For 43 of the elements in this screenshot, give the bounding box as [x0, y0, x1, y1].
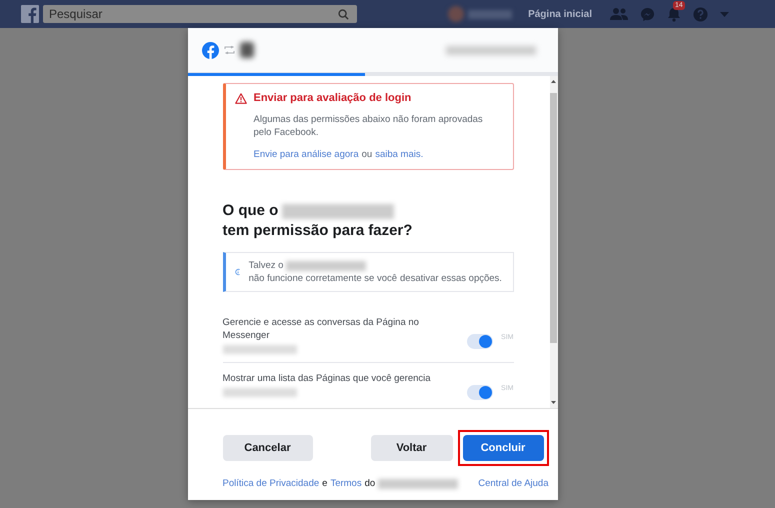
- scrollbar-thumb[interactable]: [550, 93, 557, 343]
- messenger-icon[interactable]: [640, 6, 655, 22]
- caret-icon[interactable]: [720, 12, 729, 16]
- info-text: desativar essas opções.: [400, 272, 502, 285]
- privacy-link[interactable]: Política de Privacidade: [222, 478, 320, 489]
- permission-toggle[interactable]: [467, 385, 494, 400]
- permission-label: Mostrar uma lista das Páginas que você gerencia: [222, 372, 432, 385]
- terms-link[interactable]: Termos: [330, 478, 362, 489]
- search-field[interactable]: Pesquisar: [43, 5, 357, 23]
- facebook-logo-icon: [202, 42, 218, 58]
- info-text: Talvez o: [248, 259, 284, 272]
- home-link[interactable]: Página inicial: [528, 8, 592, 20]
- permission-label: Gerencie e acesse as conversas da Página no Messenger: [222, 316, 420, 342]
- joiner-text: ou: [362, 149, 372, 160]
- facebook-logo-icon[interactable]: [21, 5, 39, 23]
- friends-icon[interactable]: [610, 7, 628, 21]
- dialog-button[interactable]: Voltar: [370, 435, 452, 461]
- dialog-button[interactable]: Concluir: [462, 435, 544, 461]
- review-link[interactable]: Envie para análise agora: [254, 149, 359, 160]
- joiner-text: do: [364, 478, 376, 489]
- help-icon[interactable]: [693, 6, 708, 22]
- info-icon: [234, 267, 241, 277]
- swap-arrows-icon: [224, 46, 234, 54]
- warning-title: Enviar para avaliação de login: [254, 92, 412, 104]
- scrollbar[interactable]: [550, 76, 558, 408]
- redacted-text: [468, 10, 512, 18]
- scroll-up-icon[interactable]: [551, 80, 556, 83]
- app-icon: [240, 42, 254, 58]
- search-icon[interactable]: [338, 9, 349, 20]
- joiner-text: e: [322, 478, 328, 489]
- bell-icon[interactable]: [667, 6, 681, 22]
- heading-text: O que o: [222, 201, 278, 221]
- learn-more-link[interactable]: saiba mais.: [375, 149, 424, 160]
- warning-icon: [234, 92, 246, 104]
- permission-toggle[interactable]: [467, 334, 494, 349]
- warning-text: Algumas das permissões abaixo não foram aprovadas pelo Facebook.: [254, 113, 484, 139]
- dialog-button[interactable]: Cancelar: [222, 435, 312, 461]
- heading-text: tem permissão para: [222, 221, 364, 241]
- help-center-link[interactable]: Central de Ajuda: [478, 478, 548, 489]
- info-text: não funcione corretamente se você: [248, 272, 398, 285]
- avatar[interactable]: [448, 6, 464, 22]
- scroll-down-icon[interactable]: [551, 401, 556, 404]
- heading-text: fazer?: [368, 221, 412, 241]
